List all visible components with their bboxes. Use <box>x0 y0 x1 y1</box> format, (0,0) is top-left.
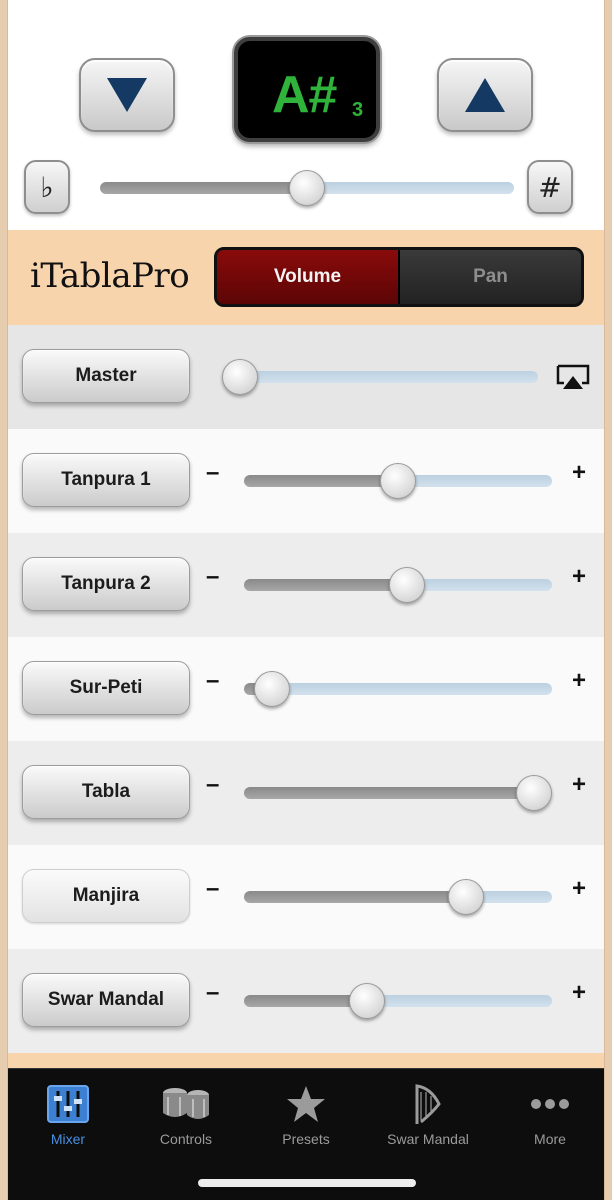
volume-decrease-button[interactable]: – <box>206 771 219 799</box>
tab-presets[interactable]: Presets <box>246 1081 366 1147</box>
mixer-icon <box>47 1085 89 1123</box>
volume-decrease-button[interactable]: – <box>206 875 219 903</box>
volume-increase-button[interactable]: + <box>572 459 586 487</box>
home-indicator[interactable] <box>198 1179 416 1187</box>
manjira-volume-slider[interactable] <box>244 877 552 917</box>
tanpura-2-volume-slider[interactable] <box>244 565 552 605</box>
tab-more[interactable]: More <box>490 1081 604 1147</box>
mixer-row-sur-peti: Sur-Peti – + <box>8 637 604 741</box>
slider-thumb[interactable] <box>349 983 385 1019</box>
slider-track-remaining <box>367 995 552 1007</box>
slider-track-remaining <box>407 579 552 591</box>
pitch-up-button[interactable] <box>437 58 533 132</box>
slider-thumb[interactable] <box>289 170 325 206</box>
sharp-button[interactable]: # <box>527 160 573 214</box>
tab-label: Swar Mandal <box>387 1131 469 1147</box>
volume-decrease-button[interactable]: – <box>206 979 219 1007</box>
fine-tune-slider[interactable] <box>100 168 514 208</box>
volume-decrease-button[interactable]: – <box>206 459 219 487</box>
mixer-row-tanpura-1: Tanpura 1 – + <box>8 429 604 533</box>
note-name: A# <box>272 66 337 124</box>
tab-label: Controls <box>159 1131 213 1147</box>
slider-track-filled <box>244 787 537 799</box>
master-button[interactable]: Master <box>22 349 190 403</box>
slider-thumb[interactable] <box>389 567 425 603</box>
tab-swar-mandal[interactable]: Swar Mandal <box>368 1081 488 1147</box>
harp-icon <box>415 1084 441 1124</box>
tabla-button[interactable]: Tabla <box>22 765 190 819</box>
mixer-footer-strip <box>8 1053 604 1068</box>
master-volume-slider[interactable] <box>222 357 538 397</box>
tuning-panel: A# 3 ♭ # <box>8 0 604 230</box>
star-icon <box>287 1086 325 1122</box>
tanpura-1-button[interactable]: Tanpura 1 <box>22 453 190 507</box>
mixer-row-tanpura-2: Tanpura 2 – + <box>8 533 604 637</box>
tab-controls[interactable]: Controls <box>126 1081 246 1147</box>
swar-mandal-volume-slider[interactable] <box>244 981 552 1021</box>
volume-decrease-button[interactable]: – <box>206 563 219 591</box>
sur-peti-volume-slider[interactable] <box>244 669 552 709</box>
tab-label: Mixer <box>50 1131 86 1147</box>
mixer-row-master: Master <box>8 325 604 429</box>
segment-volume[interactable]: Volume <box>217 250 400 304</box>
volume-pan-segmented-control[interactable]: Volume Pan <box>214 247 584 307</box>
slider-track-filled <box>100 182 307 194</box>
volume-increase-button[interactable]: + <box>572 771 586 799</box>
volume-increase-button[interactable]: + <box>572 875 586 903</box>
slider-thumb[interactable] <box>380 463 416 499</box>
volume-increase-button[interactable]: + <box>572 979 586 1007</box>
more-dots-icon <box>531 1099 569 1109</box>
arrow-up-icon <box>465 78 505 112</box>
slider-thumb[interactable] <box>254 671 290 707</box>
arrow-down-icon <box>107 78 147 112</box>
app-screen: A# 3 ♭ # iTablaPro Volume Pan Master Tan… <box>8 0 604 1200</box>
volume-increase-button[interactable]: + <box>572 563 586 591</box>
volume-increase-button[interactable]: + <box>572 667 586 695</box>
slider-thumb[interactable] <box>222 359 258 395</box>
manjira-button[interactable]: Manjira <box>22 869 190 923</box>
segment-pan[interactable]: Pan <box>400 250 581 304</box>
note-octave: 3 <box>352 99 364 121</box>
slider-track-remaining <box>272 683 552 695</box>
mixer-row-tabla: Tabla – + <box>8 741 604 845</box>
pitch-down-button[interactable] <box>79 58 175 132</box>
tab-label: Presets <box>282 1131 330 1147</box>
note-display: A# 3 <box>234 37 380 142</box>
slider-track-filled <box>244 579 407 591</box>
volume-decrease-button[interactable]: – <box>206 667 219 695</box>
tabla-volume-slider[interactable] <box>244 773 552 813</box>
mixer-row-manjira: Manjira – + <box>8 845 604 949</box>
drums-icon <box>163 1088 209 1119</box>
tanpura-1-volume-slider[interactable] <box>244 461 552 501</box>
slider-track-remaining <box>398 475 552 487</box>
sur-peti-button[interactable]: Sur-Peti <box>22 661 190 715</box>
slider-thumb[interactable] <box>516 775 552 811</box>
header-bar: iTablaPro Volume Pan <box>8 230 604 325</box>
slider-track-filled <box>244 475 398 487</box>
app-logo-text: iTablaPro <box>30 256 190 296</box>
slider-track-remaining <box>222 371 538 383</box>
mixer-row-swar-mandal: Swar Mandal – + <box>8 949 604 1053</box>
airplay-icon[interactable] <box>555 363 591 391</box>
flat-button[interactable]: ♭ <box>24 160 70 214</box>
tab-label: More <box>534 1131 566 1147</box>
swar-mandal-button[interactable]: Swar Mandal <box>22 973 190 1027</box>
slider-thumb[interactable] <box>448 879 484 915</box>
slider-track-remaining <box>307 182 514 194</box>
tanpura-2-button[interactable]: Tanpura 2 <box>22 557 190 611</box>
tab-mixer[interactable]: Mixer <box>8 1081 128 1147</box>
slider-track-filled <box>244 891 466 903</box>
